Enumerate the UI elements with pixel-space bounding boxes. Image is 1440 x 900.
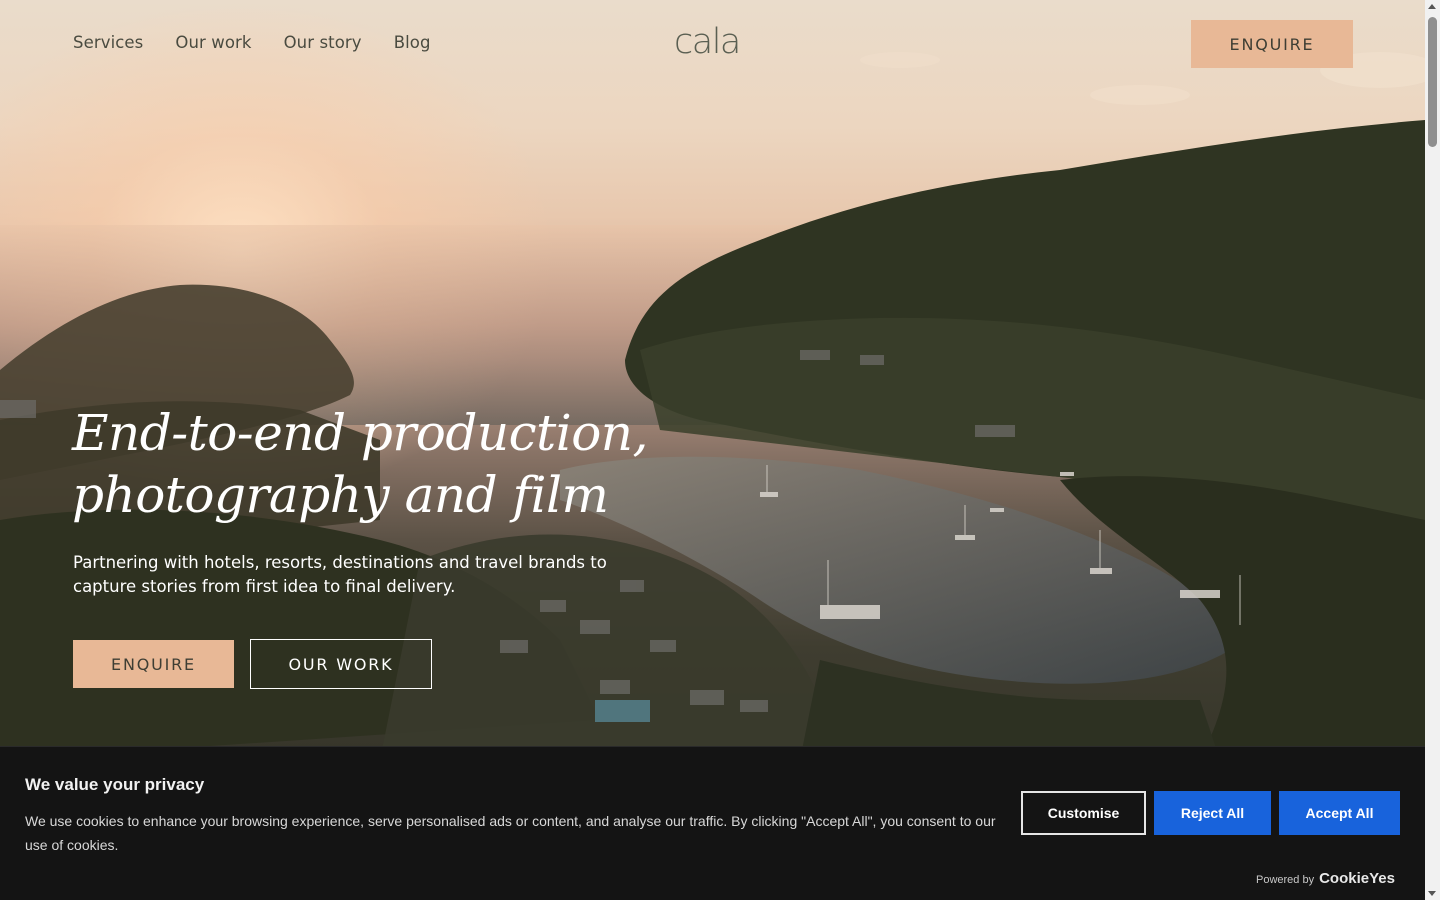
powered-by-label: Powered by: [1256, 874, 1315, 886]
hero-cta-row: ENQUIRE OUR WORK: [73, 639, 432, 689]
scroll-up-arrow-icon[interactable]: [1428, 4, 1436, 9]
hero-headline-line-2: photography and film: [72, 466, 609, 524]
cookie-banner-title: We value your privacy: [25, 775, 205, 794]
cookieyes-logo: CookieYes: [1319, 870, 1395, 887]
hero-headline: End-to-end production, photography and f…: [72, 402, 692, 526]
cala-logo[interactable]: cala: [674, 22, 741, 62]
nav-link-services[interactable]: Services: [73, 33, 143, 52]
powered-by-cookieyes[interactable]: Powered by CookieYes: [1256, 870, 1395, 887]
customise-button[interactable]: Customise: [1021, 791, 1146, 835]
hero-subtext: Partnering with hotels, resorts, destina…: [73, 553, 607, 596]
nav-link-our-work[interactable]: Our work: [175, 33, 251, 52]
nav-link-blog[interactable]: Blog: [394, 33, 431, 52]
accept-all-button[interactable]: Accept All: [1279, 791, 1400, 835]
cookie-banner-text: We use cookies to enhance your browsing …: [25, 813, 996, 853]
header-enquire-button[interactable]: ENQUIRE: [1191, 20, 1353, 68]
cookie-button-group: Customise Reject All Accept All: [1021, 791, 1400, 835]
nav-link-our-story[interactable]: Our story: [284, 33, 362, 52]
hero-enquire-button[interactable]: ENQUIRE: [73, 640, 234, 688]
reject-all-button[interactable]: Reject All: [1154, 791, 1271, 835]
main-nav: Services Our work Our story Blog: [73, 33, 431, 52]
cookie-consent-banner: We value your privacy We use cookies to …: [0, 746, 1425, 900]
page-scrollbar[interactable]: [1425, 0, 1440, 900]
hero-headline-line-1: End-to-end production,: [72, 404, 648, 462]
scrollbar-thumb[interactable]: [1428, 17, 1437, 147]
scroll-down-arrow-icon[interactable]: [1428, 891, 1436, 896]
hero-our-work-button[interactable]: OUR WORK: [250, 639, 432, 689]
